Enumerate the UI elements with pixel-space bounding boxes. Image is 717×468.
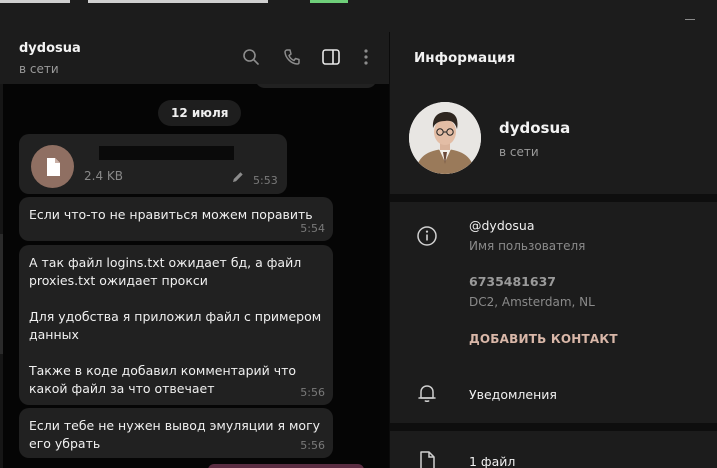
message-bubble[interactable]: Если тебе не нужен вывод эмуляции я могу…	[19, 408, 333, 458]
info-status: в сети	[499, 145, 539, 159]
info-panel: Информация dydosua в сети @dydosua Имя п…	[390, 32, 717, 468]
document-icon	[415, 448, 439, 468]
search-icon	[243, 49, 259, 65]
previous-message-bubble	[255, 84, 377, 88]
user-id-value[interactable]: 6735481637	[469, 274, 556, 289]
info-icon	[415, 224, 439, 248]
section-separator	[390, 194, 717, 202]
more-menu-button[interactable]	[355, 46, 377, 68]
chat-scrollbar[interactable]	[0, 84, 3, 468]
spacer	[390, 357, 717, 364]
call-button[interactable]	[281, 46, 303, 68]
scrollbar-thumb[interactable]	[0, 234, 3, 354]
titlebar-accent-strip	[310, 0, 348, 3]
more-vertical-icon	[364, 49, 368, 65]
chat-message-area[interactable]: 12 июля 2.4 KB 5:53 Если что-то не нрави…	[0, 84, 389, 468]
chat-title[interactable]: dydosua	[19, 41, 81, 56]
message-time: 5:56	[300, 439, 325, 452]
file-download-button[interactable]	[31, 145, 74, 188]
message-bubble[interactable]: А так файл logins.txt ожидает бд, а файл…	[19, 245, 333, 405]
avatar[interactable]	[409, 102, 481, 174]
datacenter-label: DC2, Amsterdam, NL	[469, 295, 595, 309]
pencil-icon	[233, 172, 243, 182]
chat-header: dydosua в сети	[0, 32, 389, 84]
outgoing-message-bubble[interactable]	[208, 464, 364, 468]
phone-icon	[284, 49, 300, 65]
toggle-info-panel-button[interactable]	[320, 46, 342, 68]
file-icon	[46, 157, 60, 176]
file-name-redacted	[99, 146, 234, 160]
username-value[interactable]: @dydosua	[469, 218, 535, 233]
section-separator	[390, 423, 717, 431]
file-message-bubble[interactable]: 2.4 KB 5:53	[19, 134, 287, 194]
username-label: Имя пользователя	[469, 239, 586, 253]
search-button[interactable]	[240, 46, 262, 68]
window-titlebar	[0, 0, 717, 32]
titlebar-text-strip	[88, 0, 268, 3]
avatar-image	[409, 102, 481, 174]
titlebar-text-strip	[0, 0, 70, 3]
sidebar-toggle-icon	[322, 49, 340, 65]
minimize-button[interactable]	[685, 19, 695, 20]
notifications-row[interactable]: Уведомления	[469, 387, 557, 402]
message-bubble[interactable]: Если что-то не нравиться можем поравить …	[19, 197, 333, 241]
message-time: 5:53	[253, 174, 278, 187]
file-size: 2.4 KB	[84, 169, 123, 183]
files-row[interactable]: 1 файл	[469, 454, 515, 468]
add-contact-button[interactable]: ДОБАВИТЬ КОНТАКТ	[469, 332, 618, 346]
message-text: Если тебе не нужен вывод эмуляции я могу…	[29, 418, 321, 451]
info-name: dydosua	[499, 119, 571, 137]
message-time: 5:56	[300, 386, 325, 399]
message-text: Если что-то не нравиться можем поравить	[29, 207, 313, 222]
chat-status: в сети	[19, 62, 59, 76]
info-panel-title: Информация	[414, 50, 516, 66]
date-separator: 12 июля	[158, 100, 242, 126]
message-text: А так файл logins.txt ожидает бд, а файл…	[29, 255, 322, 396]
message-time: 5:54	[300, 222, 325, 235]
bell-icon	[415, 381, 439, 405]
